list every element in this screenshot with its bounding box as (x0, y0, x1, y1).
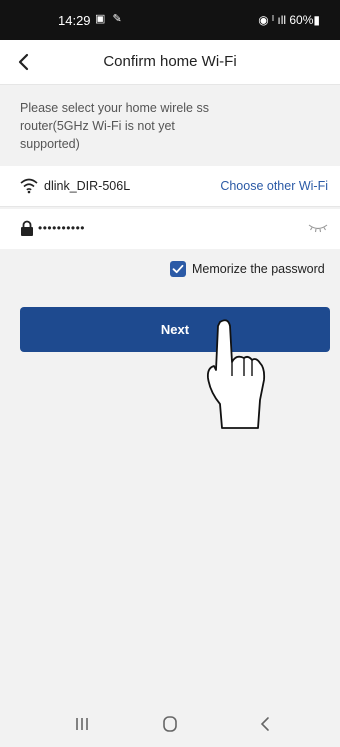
eye-closed-icon[interactable] (308, 223, 328, 233)
wifi-ssid: dlink_DIR-506L (44, 179, 131, 193)
status-time: 14:29 (58, 13, 91, 28)
system-nav-bar (0, 700, 340, 747)
pointer-hand-icon (206, 319, 266, 429)
notification-icons: ▣ ✎ (95, 13, 124, 25)
memorize-label: Memorize the password (192, 262, 325, 276)
system-status-icons: ◉ ᴵ ıll 60%▮ (258, 13, 320, 27)
page-title: Confirm home Wi-Fi (103, 53, 237, 70)
home-icon[interactable] (158, 714, 182, 734)
password-input[interactable] (38, 218, 278, 238)
wifi-icon (20, 178, 38, 194)
choose-other-wifi-link[interactable]: Choose other Wi-Fi (220, 179, 328, 193)
memorize-checkbox[interactable] (170, 261, 186, 277)
checkmark-icon (172, 264, 184, 274)
memorize-password-option[interactable]: Memorize the password (170, 261, 328, 279)
instructions-text: Please select your home wirele ss router… (20, 101, 209, 151)
wifi-network-row: dlink_DIR-506L Choose other Wi-Fi (0, 166, 340, 207)
status-bar: 14:29 ▣ ✎ ◉ ᴵ ıll 60%▮ (0, 0, 340, 40)
lock-icon (21, 220, 33, 236)
next-button[interactable]: Next (20, 307, 330, 352)
password-row (0, 209, 340, 249)
app-header: Confirm home Wi-Fi (0, 40, 340, 85)
recents-icon[interactable] (70, 714, 94, 734)
back-nav-icon[interactable] (254, 714, 278, 734)
